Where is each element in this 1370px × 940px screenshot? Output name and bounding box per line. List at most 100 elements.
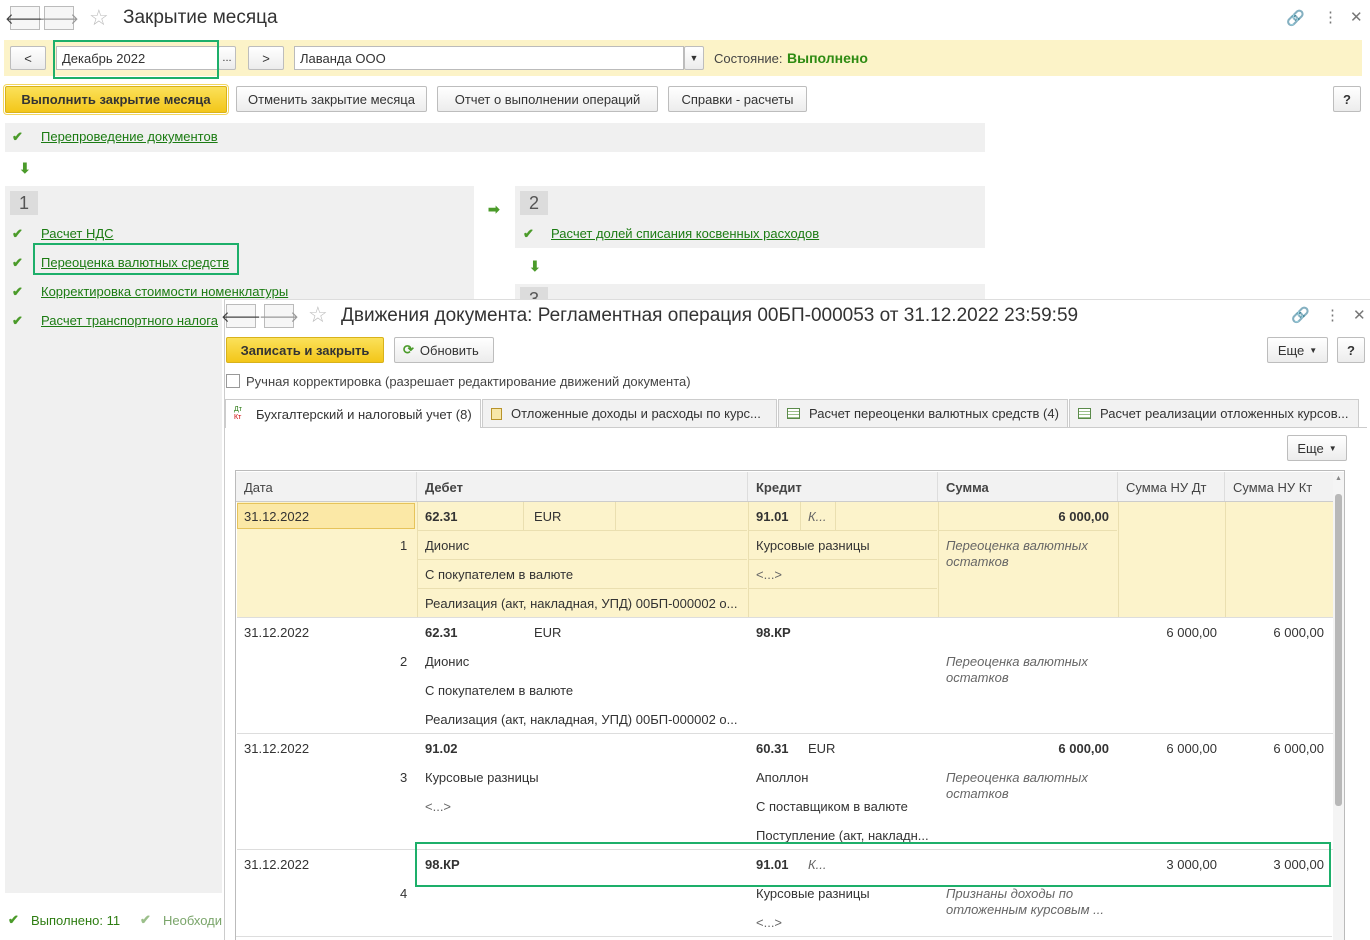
period-select-button[interactable]: ... — [218, 46, 236, 70]
highlight-frame-row4 — [415, 842, 1331, 887]
prev-period-button[interactable]: < — [10, 46, 46, 70]
row-grid — [1118, 502, 1119, 617]
back-button[interactable]: 🡐 — [221, 304, 261, 328]
calculations-button[interactable]: Справки - расчеты — [668, 86, 807, 112]
next-period-button[interactable]: > — [248, 46, 284, 70]
step2-item-indirect-costs[interactable]: Расчет долей списания косвенных расходов — [551, 226, 819, 241]
table-more-button[interactable]: Еще ▼ — [1287, 435, 1347, 461]
close-icon[interactable]: ✕ — [1350, 8, 1363, 26]
manual-edit-checkbox[interactable] — [226, 374, 240, 388]
organization-dropdown-button[interactable]: ▼ — [684, 46, 704, 70]
forward-button[interactable]: 🡒 — [259, 304, 299, 328]
cell-credit-account: 98.КР — [756, 625, 791, 640]
cell-comment: Признаны доходы по отложенным курсовым .… — [946, 886, 1104, 917]
tab-deferred-income[interactable]: Отложенные доходы и расходы по курс... — [482, 399, 777, 427]
link-icon[interactable]: 🔗 — [1291, 306, 1310, 324]
cell-debit-subconto: Реализация (акт, накладная, УПД) 00БП-00… — [425, 596, 738, 611]
row-grid — [1225, 502, 1226, 617]
row-grid — [749, 559, 937, 560]
cell-nu-dt: 6 000,00 — [1166, 625, 1217, 640]
cell-debit-subconto: Реализация (акт, накладная, УПД) 00БП-00… — [425, 712, 738, 727]
row-grid — [800, 502, 801, 531]
cell-date: 31.12.2022 — [244, 857, 310, 872]
cell-debit-currency: EUR — [534, 625, 562, 640]
tab-label: Отложенные доходы и расходы по курс... — [511, 406, 761, 421]
state-label: Состояние: — [714, 51, 783, 66]
tab-currency-revaluation[interactable]: Расчет переоценки валютных средств (4) — [778, 399, 1068, 427]
step1-item-transport-tax[interactable]: Расчет транспортного налога — [41, 313, 218, 328]
scroll-up-icon[interactable]: ▲ — [1334, 475, 1343, 482]
scrollbar-thumb[interactable] — [1335, 494, 1342, 806]
manual-edit-label: Ручная корректировка (разрешает редактир… — [246, 374, 691, 389]
cell-sum: 6 000,00 — [1058, 509, 1109, 524]
tab-accounting[interactable]: Дт Кт Бухгалтерский и налоговый учет (8) — [225, 399, 481, 428]
column-header-credit[interactable]: Кредит — [748, 472, 938, 502]
favorite-star-icon[interactable]: ☆ — [308, 302, 328, 328]
cell-credit-currency: EUR — [808, 741, 836, 756]
check-icon: ✔ — [12, 284, 23, 299]
forward-button[interactable]: 🡒 — [39, 6, 79, 30]
cancel-month-close-button[interactable]: Отменить закрытие месяца — [236, 86, 427, 112]
column-header-sum[interactable]: Сумма — [938, 472, 1118, 502]
row-grid — [938, 502, 939, 617]
favorite-star-icon[interactable]: ☆ — [89, 5, 109, 31]
column-header-date[interactable]: Дата — [236, 472, 417, 502]
cell-credit-subconto: С поставщиком в валюте — [756, 799, 908, 814]
help-button[interactable]: ? — [1337, 337, 1365, 363]
row-grid — [615, 502, 616, 531]
more-vertical-icon[interactable]: ⋮ — [1323, 8, 1338, 26]
more-vertical-icon[interactable]: ⋮ — [1325, 306, 1340, 324]
cell-comment: Переоценка валютных остатков — [946, 654, 1088, 685]
window-title: Движения документа: Регламентная операци… — [341, 305, 1079, 326]
table-icon — [1078, 408, 1091, 419]
arrow-left-icon: 🡐 — [220, 308, 262, 326]
row-divider — [237, 733, 1333, 734]
refresh-button[interactable]: ⟳ Обновить — [394, 337, 494, 363]
cell-credit-subconto: Поступление (акт, накладн... — [756, 828, 929, 843]
help-button[interactable]: ? — [1333, 86, 1361, 112]
step3-panel: 3 — [515, 284, 985, 299]
back-button[interactable]: 🡐 — [5, 6, 45, 30]
repost-documents-link[interactable]: Перепроведение документов — [41, 129, 218, 144]
organization-input[interactable]: Лаванда ООО — [294, 46, 684, 70]
check-icon: ✔ — [12, 313, 23, 328]
chevron-down-icon: ▼ — [689, 53, 699, 63]
more-button[interactable]: Еще ▼ — [1267, 337, 1328, 363]
state-value: Выполнено — [787, 50, 868, 66]
cell-row-number: 3 — [400, 770, 408, 785]
cell-debit-account: 62.31 — [425, 509, 458, 524]
tab-deferred-realization[interactable]: Расчет реализации отложенных курсов... — [1069, 399, 1359, 427]
row-grid — [749, 588, 937, 589]
row-grid — [749, 530, 937, 531]
tab-label: Расчет переоценки валютных средств (4) — [809, 406, 1059, 421]
row-divider — [236, 936, 1332, 937]
cell-debit-subconto: С покупателем в валюте — [425, 683, 574, 698]
cell-credit-subconto: Курсовые разницы — [756, 886, 870, 901]
tab-label: Бухгалтерский и налоговый учет (8) — [256, 406, 472, 422]
step1-item-cost-adjustment[interactable]: Корректировка стоимости номенклатуры — [41, 284, 288, 299]
cell-debit-subconto: Дионис — [425, 538, 470, 553]
cell-credit-account: 60.31 — [756, 741, 789, 756]
check-icon: ✔ — [140, 912, 151, 927]
row-grid — [523, 502, 524, 531]
run-month-close-button[interactable]: Выполнить закрытие месяца — [3, 84, 229, 115]
cell-debit-currency: EUR — [534, 509, 562, 524]
more-label: Еще — [1277, 342, 1305, 358]
step1-item-vat[interactable]: Расчет НДС — [41, 226, 114, 241]
check-icon: ✔ — [12, 255, 23, 270]
step2-number: 2 — [520, 191, 548, 215]
row-grid — [939, 530, 1117, 531]
document-icon — [491, 407, 502, 420]
column-header-nu-kt[interactable]: Сумма НУ Кт — [1225, 472, 1333, 502]
operations-report-button[interactable]: Отчет о выполнении операций — [437, 86, 658, 112]
link-icon[interactable]: 🔗 — [1286, 9, 1305, 27]
close-icon[interactable]: ✕ — [1353, 306, 1366, 324]
row-grid — [418, 588, 747, 589]
column-header-nu-dt[interactable]: Сумма НУ Дт — [1118, 472, 1225, 502]
save-and-close-button[interactable]: Записать и закрыть — [226, 337, 384, 363]
column-header-debit[interactable]: Дебет — [417, 472, 748, 502]
cell-comment: Переоценка валютных остатков — [946, 770, 1088, 801]
cell-credit-subconto: Курсовые разницы — [756, 538, 870, 553]
cell-row-number: 4 — [400, 886, 408, 901]
tab-label: Расчет реализации отложенных курсов... — [1100, 406, 1349, 421]
